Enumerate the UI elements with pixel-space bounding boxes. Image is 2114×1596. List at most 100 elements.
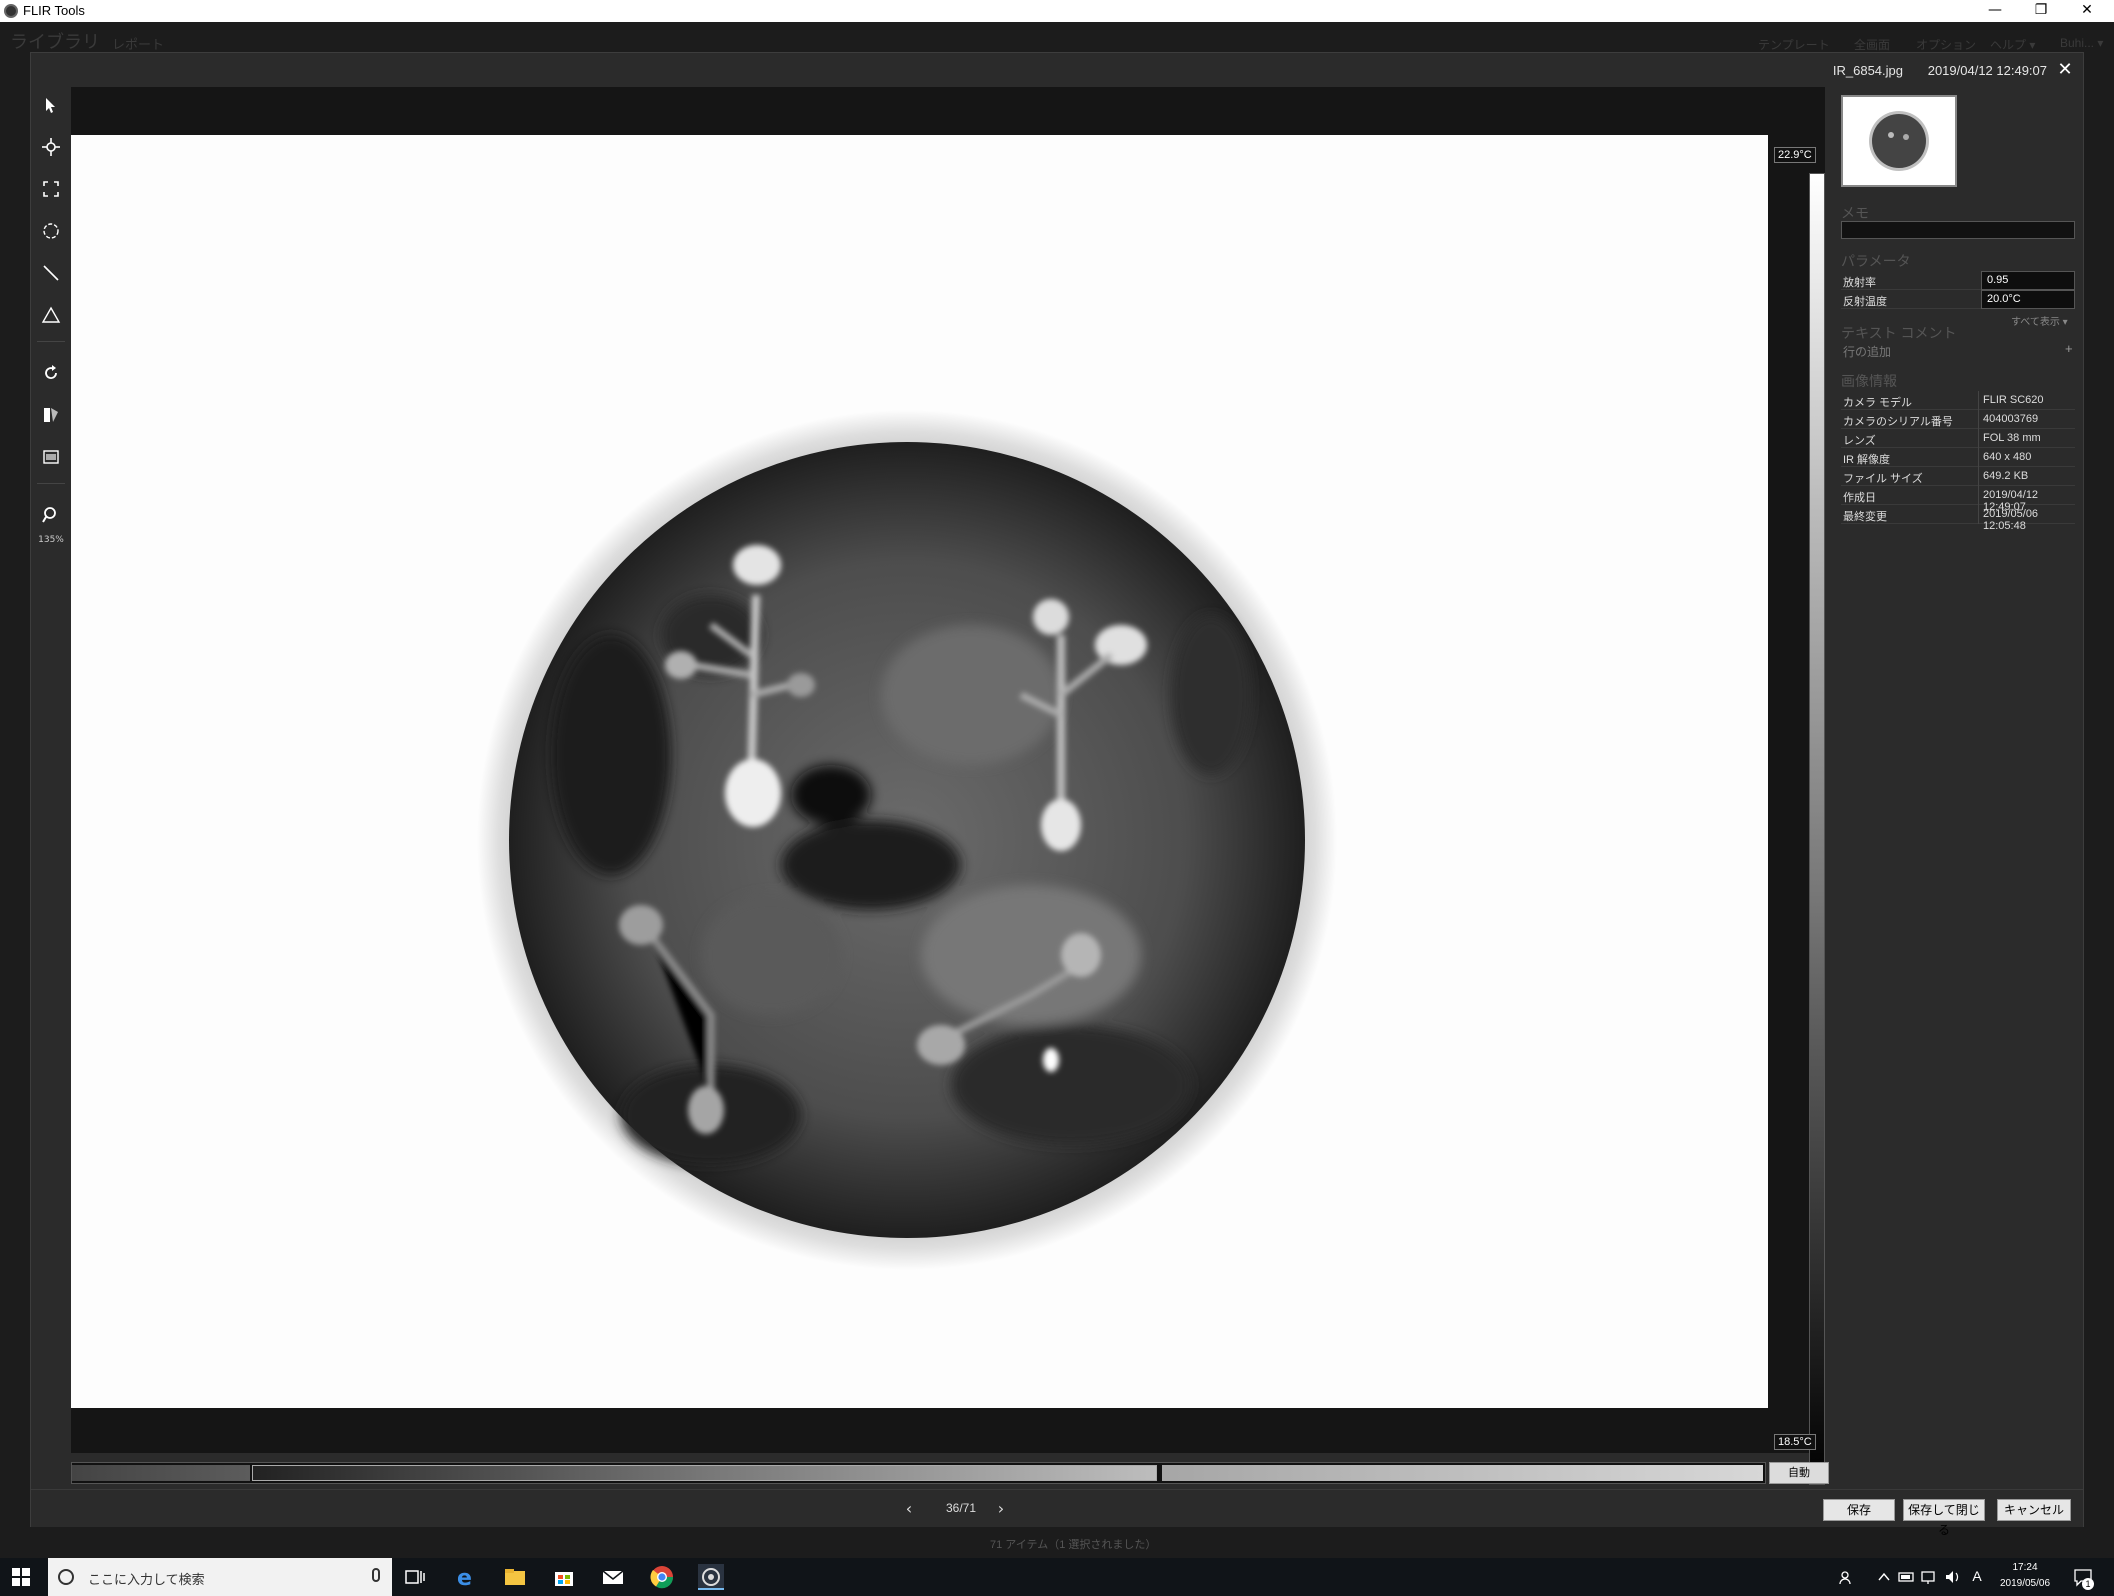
level-right-region xyxy=(1162,1465,1763,1481)
battery-icon[interactable] xyxy=(1898,1564,1916,1590)
auto-adjust-button[interactable]: 自動 xyxy=(1769,1462,1829,1484)
level-range-handle[interactable] xyxy=(252,1465,1157,1481)
param-row-reflected-temp: 反射温度 20.0°C xyxy=(1841,290,2075,309)
row-divider xyxy=(1978,391,1979,410)
image-mode-icon[interactable] xyxy=(37,443,65,471)
add-row-link[interactable]: 行の追加 xyxy=(1843,343,1891,360)
user-menu[interactable]: Buhi... ▾ xyxy=(2060,36,2103,50)
image-thumbnail[interactable] xyxy=(1841,95,1957,187)
toolbar-divider xyxy=(37,483,65,484)
param-row-emissivity: 放射率 0.95 xyxy=(1841,271,2075,290)
memo-section-title: メモ xyxy=(1841,205,1869,221)
spot-meter-icon[interactable] xyxy=(37,133,65,161)
taskbar-search-box[interactable]: ここに入力して検索 xyxy=(48,1558,392,1596)
param-value[interactable]: 20.0°C xyxy=(1987,293,2021,305)
temperature-scale-bar xyxy=(1809,173,1825,1485)
editor-bottom-bar: ‹ 36/71 › 保存 保存して閉じる キャンセル xyxy=(31,1489,2083,1537)
rotate-icon[interactable] xyxy=(37,359,65,387)
template-menu[interactable]: テンプレート xyxy=(1758,36,1830,53)
image-editor-window: IR_6854.jpg 2019/04/12 12:49:07 ✕ 135% 2… xyxy=(30,52,2084,1537)
circle-area-icon[interactable] xyxy=(37,217,65,245)
report-tab[interactable]: レポート xyxy=(112,34,164,53)
file-explorer-icon[interactable] xyxy=(502,1564,528,1590)
edge-browser-icon[interactable]: e xyxy=(453,1564,479,1590)
minimize-button[interactable]: — xyxy=(1972,0,2018,22)
info-row: 作成日 2019/04/12 12:49:07 xyxy=(1841,486,2075,513)
row-divider xyxy=(1978,429,1979,448)
info-value: 640 x 480 xyxy=(1983,451,2032,463)
info-key: カメラ モデル xyxy=(1843,397,1913,409)
thermal-image[interactable] xyxy=(71,135,1768,1408)
box-area-icon[interactable] xyxy=(37,175,65,203)
zoom-magnifier-icon[interactable] xyxy=(37,501,65,529)
store-icon[interactable] xyxy=(551,1564,577,1590)
tool-palette: 135% xyxy=(31,87,71,1467)
microphone-icon[interactable] xyxy=(372,1568,380,1582)
svg-text:e: e xyxy=(457,1566,472,1590)
text-comment-section-title: テキスト コメント xyxy=(1841,325,1957,341)
chrome-icon[interactable] xyxy=(649,1564,675,1590)
notification-count-badge: 1 xyxy=(2082,1578,2094,1590)
network-icon[interactable] xyxy=(1920,1564,1938,1590)
petri-dish-thermal-view xyxy=(477,410,1337,1270)
cancel-button[interactable]: キャンセル xyxy=(1997,1499,2071,1521)
clock-time[interactable]: 17:24 xyxy=(1990,1562,2060,1573)
task-view-icon[interactable] xyxy=(402,1564,428,1590)
row-divider xyxy=(1978,448,1979,467)
param-key: 放射率 xyxy=(1843,277,1876,289)
next-image-icon[interactable]: › xyxy=(991,1499,1011,1518)
info-row: カメラ モデル FLIR SC620 xyxy=(1841,391,2075,410)
save-and-close-button[interactable]: 保存して閉じる xyxy=(1903,1499,1985,1537)
info-row: ファイル サイズ 649.2 KB xyxy=(1841,467,2075,486)
previous-image-icon[interactable]: ‹ xyxy=(899,1499,919,1518)
close-editor-icon[interactable]: ✕ xyxy=(2055,59,2075,80)
flir-tools-taskbar-icon[interactable] xyxy=(698,1564,724,1590)
info-key: 作成日 xyxy=(1843,492,1876,504)
image-counter: 36/71 xyxy=(945,1501,977,1515)
info-row: レンズ FOL 38 mm xyxy=(1841,429,2075,448)
os-titlebar: FLIR Tools — ❐ ✕ xyxy=(0,0,2114,22)
windows-taskbar: ここに入力して検索 e A 17:24 2019/05/06 1 xyxy=(0,1558,2114,1596)
fullscreen-menu[interactable]: 全画面 xyxy=(1854,36,1890,53)
info-row: カメラのシリアル番号 404003769 xyxy=(1841,410,2075,429)
row-divider xyxy=(1978,467,1979,486)
clock-date[interactable]: 2019/05/06 xyxy=(1990,1578,2060,1589)
toolbar-divider xyxy=(37,341,65,342)
windows-start-icon[interactable] xyxy=(12,1568,30,1586)
level-left-region xyxy=(72,1465,250,1481)
restore-button[interactable]: ❐ xyxy=(2018,0,2064,22)
temp-max-label[interactable]: 22.9°C xyxy=(1774,147,1816,163)
search-placeholder: ここに入力して検索 xyxy=(88,1573,205,1588)
param-value[interactable]: 0.95 xyxy=(1987,274,2008,286)
flir-app-icon xyxy=(4,4,18,18)
select-arrow-icon[interactable] xyxy=(37,91,65,119)
info-value: FLIR SC620 xyxy=(1983,394,2044,406)
info-value: 649.2 KB xyxy=(1983,470,2029,482)
options-menu[interactable]: オプション xyxy=(1916,36,1976,53)
mail-icon[interactable] xyxy=(600,1564,626,1590)
palette-icon[interactable] xyxy=(37,401,65,429)
add-row-plus-icon[interactable]: + xyxy=(2065,341,2073,356)
parameters-section-title: パラメータ xyxy=(1841,253,1911,269)
memo-input[interactable] xyxy=(1841,221,2075,239)
people-icon[interactable] xyxy=(1838,1564,1856,1590)
properties-panel: メモ パラメータ 放射率 0.95 反射温度 20.0°C すべて表示 ▾ テキ… xyxy=(1831,87,2081,1487)
level-span-slider[interactable] xyxy=(71,1462,1766,1484)
temp-min-label[interactable]: 18.5°C xyxy=(1774,1434,1816,1450)
info-value: 2019/05/06 12:05:48 xyxy=(1983,508,2039,532)
show-all-link[interactable]: すべて表示 ▾ xyxy=(2011,313,2068,328)
cortana-icon xyxy=(58,1569,74,1585)
help-menu[interactable]: ヘルプ ▾ xyxy=(1990,36,2035,53)
info-value: FOL 38 mm xyxy=(1983,432,2041,444)
delta-icon[interactable] xyxy=(37,301,65,329)
line-tool-icon[interactable] xyxy=(37,259,65,287)
volume-icon[interactable] xyxy=(1944,1564,1962,1590)
chevron-up-icon[interactable] xyxy=(1876,1564,1892,1590)
library-status-text: 71 アイテム（1 選択されました） xyxy=(990,1539,1157,1551)
library-tab[interactable]: ライブラリ xyxy=(10,28,100,54)
close-window-button[interactable]: ✕ xyxy=(2064,0,2110,22)
file-name: IR_6854.jpg xyxy=(1832,63,1903,78)
save-button[interactable]: 保存 xyxy=(1823,1499,1895,1521)
ime-indicator[interactable]: A xyxy=(1968,1568,1986,1584)
thumbnail-image xyxy=(1843,97,1955,185)
